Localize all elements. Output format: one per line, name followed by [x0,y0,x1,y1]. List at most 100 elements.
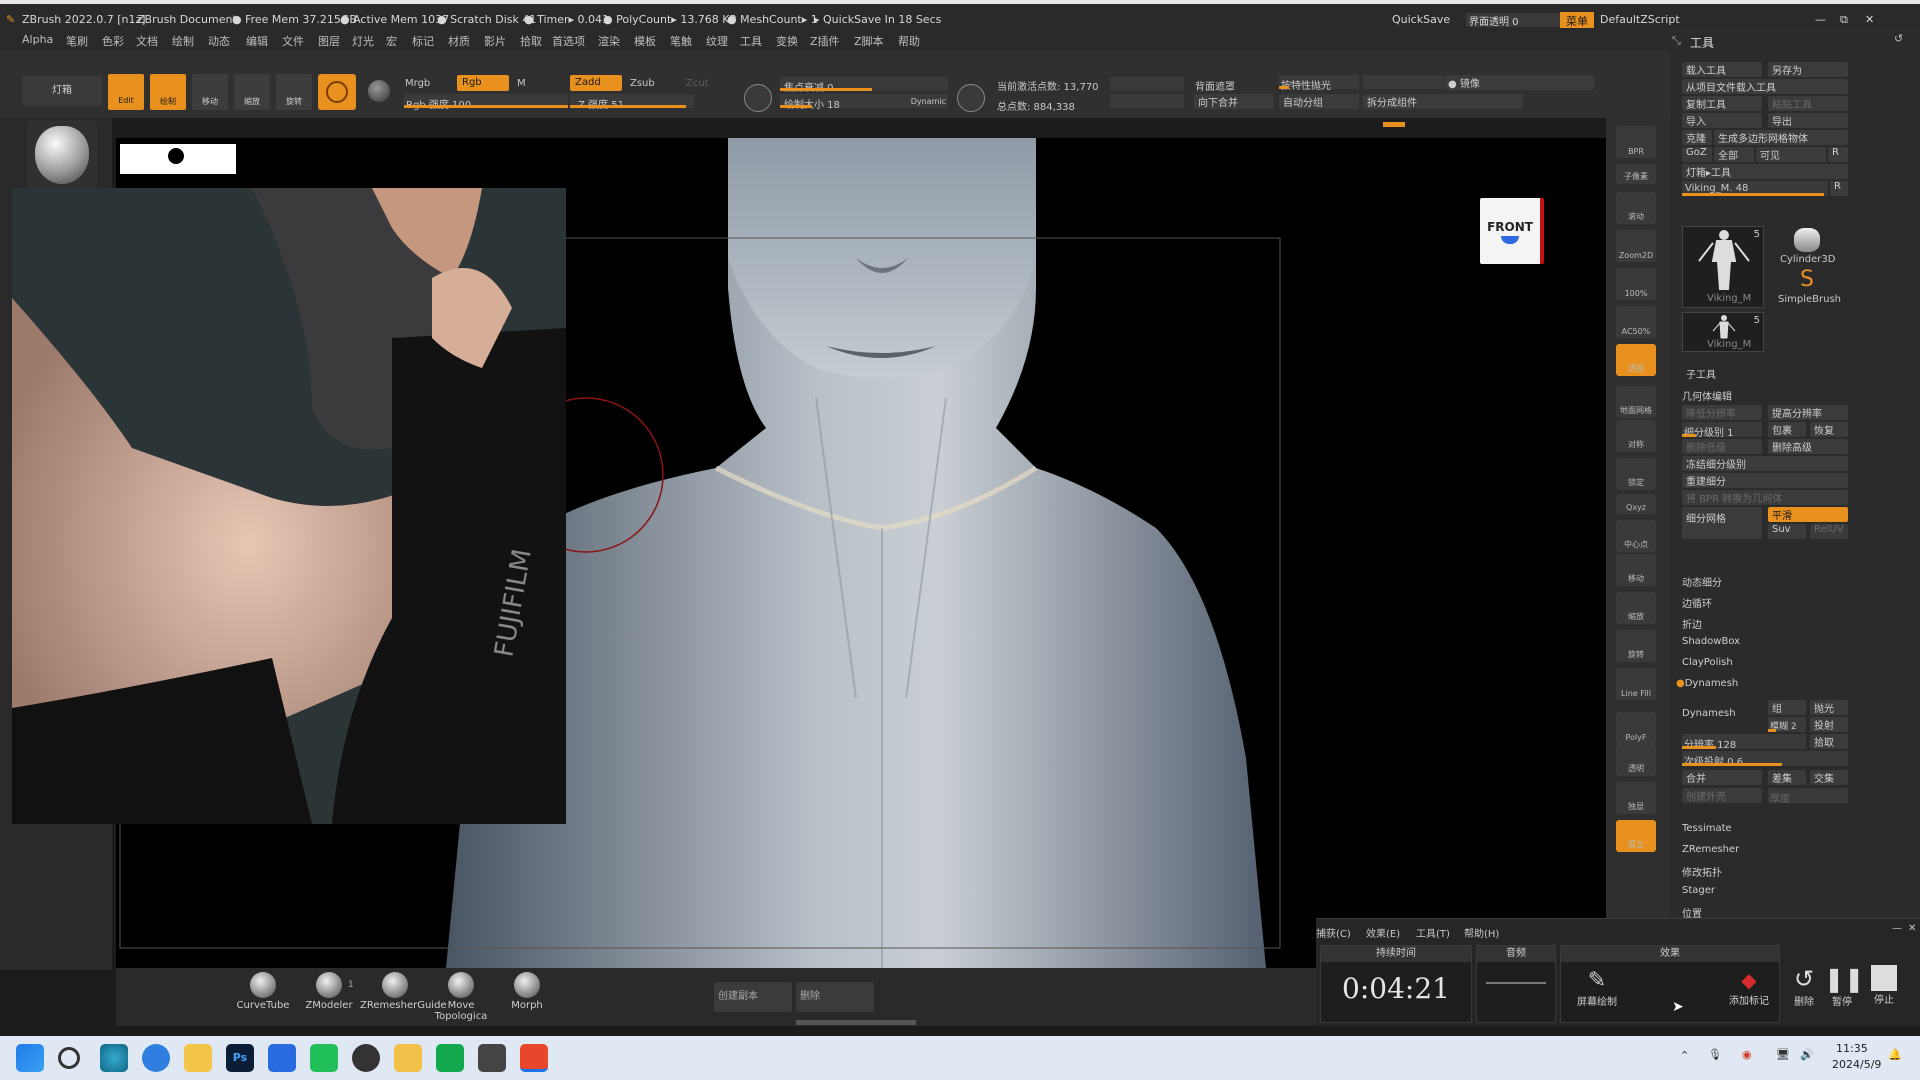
recorder-task-icon[interactable] [520,1044,548,1072]
screen-draw-button[interactable]: ✎ 屏幕绘制 [1577,968,1617,1008]
rgb-intensity-slider[interactable]: Rgb 强度 100 [404,94,568,111]
menu-item[interactable]: 色彩 [102,33,124,49]
menu-item[interactable]: 材质 [448,33,470,49]
nav-button[interactable]: 100% [1616,268,1656,300]
calendar-icon[interactable] [394,1044,422,1072]
nav-button[interactable]: 地面网格 [1616,386,1656,418]
rgb-toggle[interactable]: Rgb [457,75,509,91]
mic-icon[interactable]: 🎙 [1708,1048,1722,1061]
backface-mask-button[interactable]: 背面遮罩 [1195,78,1235,93]
network-icon[interactable]: 🖥 [1776,1048,1790,1061]
menu-item[interactable]: 灯光 [352,33,374,49]
dynamesh-button[interactable]: Dynamesh [1678,704,1758,736]
delete-lower-button[interactable]: 删除低级 [1682,439,1762,454]
audio-level-slider[interactable] [1486,982,1546,984]
nav-button[interactable]: 透视 [1616,344,1656,376]
mirror-button[interactable]: ● 镜像 [1444,75,1594,90]
recorder-stop-button[interactable]: 停止 [1864,965,1904,1006]
dynamic-toggle[interactable]: Dynamic [911,97,946,106]
split-to-parts-button[interactable]: 拆分成组件 [1363,94,1523,109]
interface-transparency-slider[interactable]: 界面透明 0 [1466,13,1564,28]
rotate-mode-button[interactable]: 旋转 [276,74,312,110]
dynamesh-header[interactable]: ●Dynamesh [1676,678,1738,693]
nav-button[interactable]: Line Fill [1616,668,1656,700]
sub-projection-slider[interactable]: 次级投射 0.6 [1682,751,1848,768]
mrgb-toggle[interactable]: Mrgb [405,78,430,89]
recorder-menu-effects[interactable]: 效果(E) [1366,925,1400,940]
material-swatch-button[interactable] [318,74,356,110]
polish-slider-2[interactable] [1363,75,1443,89]
nav-button[interactable]: BPR [1616,126,1656,158]
recorder-pause-button[interactable]: ❚❚ 暂停 [1824,965,1864,1008]
geometry-header[interactable]: 几何体编辑 [1682,388,1732,403]
paste-tool-button[interactable]: 粘贴工具 [1768,96,1848,111]
bottom-scrollbar[interactable] [796,1020,916,1025]
resolution-slider[interactable]: 分辨率 128 [1682,734,1806,751]
tray-chevron-icon[interactable]: ⌃ [1680,1049,1689,1062]
menu-item[interactable]: 首选项 [552,33,585,49]
higher-res-button[interactable]: 提高分辨率 [1768,405,1848,420]
delete-subtool-button[interactable]: 删除 [796,982,874,1012]
menu-item[interactable]: 笔刷 [66,33,88,49]
sdiv-slider[interactable]: 细分级别 1 [1682,422,1762,439]
menu-item[interactable]: 笔触 [670,33,692,49]
bottom-brush-button[interactable]: Move Topologica [426,972,496,1022]
scale-mode-button[interactable]: 缩放 [234,74,270,110]
menu-item[interactable]: 工具 [740,33,762,49]
stager-header[interactable]: Stager [1682,885,1715,900]
nav-button[interactable]: 对称 [1616,420,1656,452]
nav-button[interactable]: 透明 [1616,744,1656,776]
subtool-header[interactable]: 子工具 [1686,366,1716,381]
bottom-brush-button[interactable]: ZModeler [294,972,364,1011]
nav-button[interactable]: 滚动 [1616,192,1656,224]
pin-icon[interactable]: ⤡ [1672,34,1681,48]
nav-button[interactable]: 缩放 [1616,592,1656,624]
nav-button[interactable]: Qxyz [1616,494,1656,514]
zcut-toggle[interactable]: Zcut [686,78,709,89]
goz-all-button[interactable]: 全部 [1714,147,1754,162]
recorder-close-icon[interactable]: ✕ [1908,923,1916,934]
goz-button[interactable]: GoZ [1682,147,1712,162]
quicksave-button[interactable]: QuickSave [1392,13,1450,26]
minimize-icon[interactable]: — [1815,13,1826,26]
recorder-minimize-icon[interactable]: — [1892,923,1902,934]
edit-mode-button[interactable]: Edit [108,74,144,110]
bottom-brush-button[interactable]: Morph [492,972,562,1011]
edge-loop-header[interactable]: 边循环 [1682,595,1712,610]
menu-item[interactable]: 宏 [386,33,397,49]
add-marker-button[interactable]: ◆ 添加标记 [1721,968,1777,1007]
zsub-toggle[interactable]: Zsub [630,78,655,89]
menu-item[interactable]: Z插件 [810,33,840,49]
lightbox-tools-button[interactable]: 灯箱▸工具 [1682,164,1848,179]
feishu-icon[interactable] [268,1044,296,1072]
nav-button[interactable]: 锁定 [1616,458,1656,490]
shadowbox-header[interactable]: ShadowBox [1682,636,1740,651]
reset-icon[interactable]: ↺ [1894,32,1903,45]
dim-slider-2[interactable] [1110,94,1184,108]
nav-button[interactable]: 中心点 [1616,520,1656,552]
nav-button[interactable]: 孤立 [1616,820,1656,852]
lower-res-button[interactable]: 降低分辨率 [1682,405,1762,420]
load-tool-button[interactable]: 载入工具 [1682,62,1762,77]
bottom-brush-button[interactable]: CurveTube [228,972,298,1011]
clock-date[interactable]: 2024/5/9 [1832,1058,1881,1071]
nav-button[interactable]: 独显 [1616,782,1656,814]
reconstruct-subdiv-button[interactable]: 重建细分 [1682,473,1848,488]
menu-item[interactable]: 动态 [208,33,230,49]
cage-button[interactable]: 包裹 [1768,422,1806,437]
blur-slider[interactable]: 模糊 2 [1768,717,1806,732]
nav-button[interactable]: Zoom2D [1616,230,1656,262]
shelf-scroll-indicator[interactable] [1383,122,1405,127]
edge-icon[interactable] [100,1044,128,1072]
menu-item[interactable]: 纹理 [706,33,728,49]
copy-tool-button[interactable]: 复制工具 [1682,96,1762,111]
tool-thumb-viking[interactable]: Viking_M 5 [1682,226,1764,308]
menu-item[interactable]: Z脚本 [854,33,884,49]
close-icon[interactable]: ✕ [1865,13,1874,26]
menu-item[interactable]: 文件 [282,33,304,49]
zadd-toggle[interactable]: Zadd [570,75,622,91]
menu-item[interactable]: 变换 [776,33,798,49]
dynamic-subdiv-header[interactable]: 动态细分 [1682,574,1722,589]
nav-button[interactable]: 移动 [1616,554,1656,586]
search-icon[interactable] [58,1047,80,1069]
